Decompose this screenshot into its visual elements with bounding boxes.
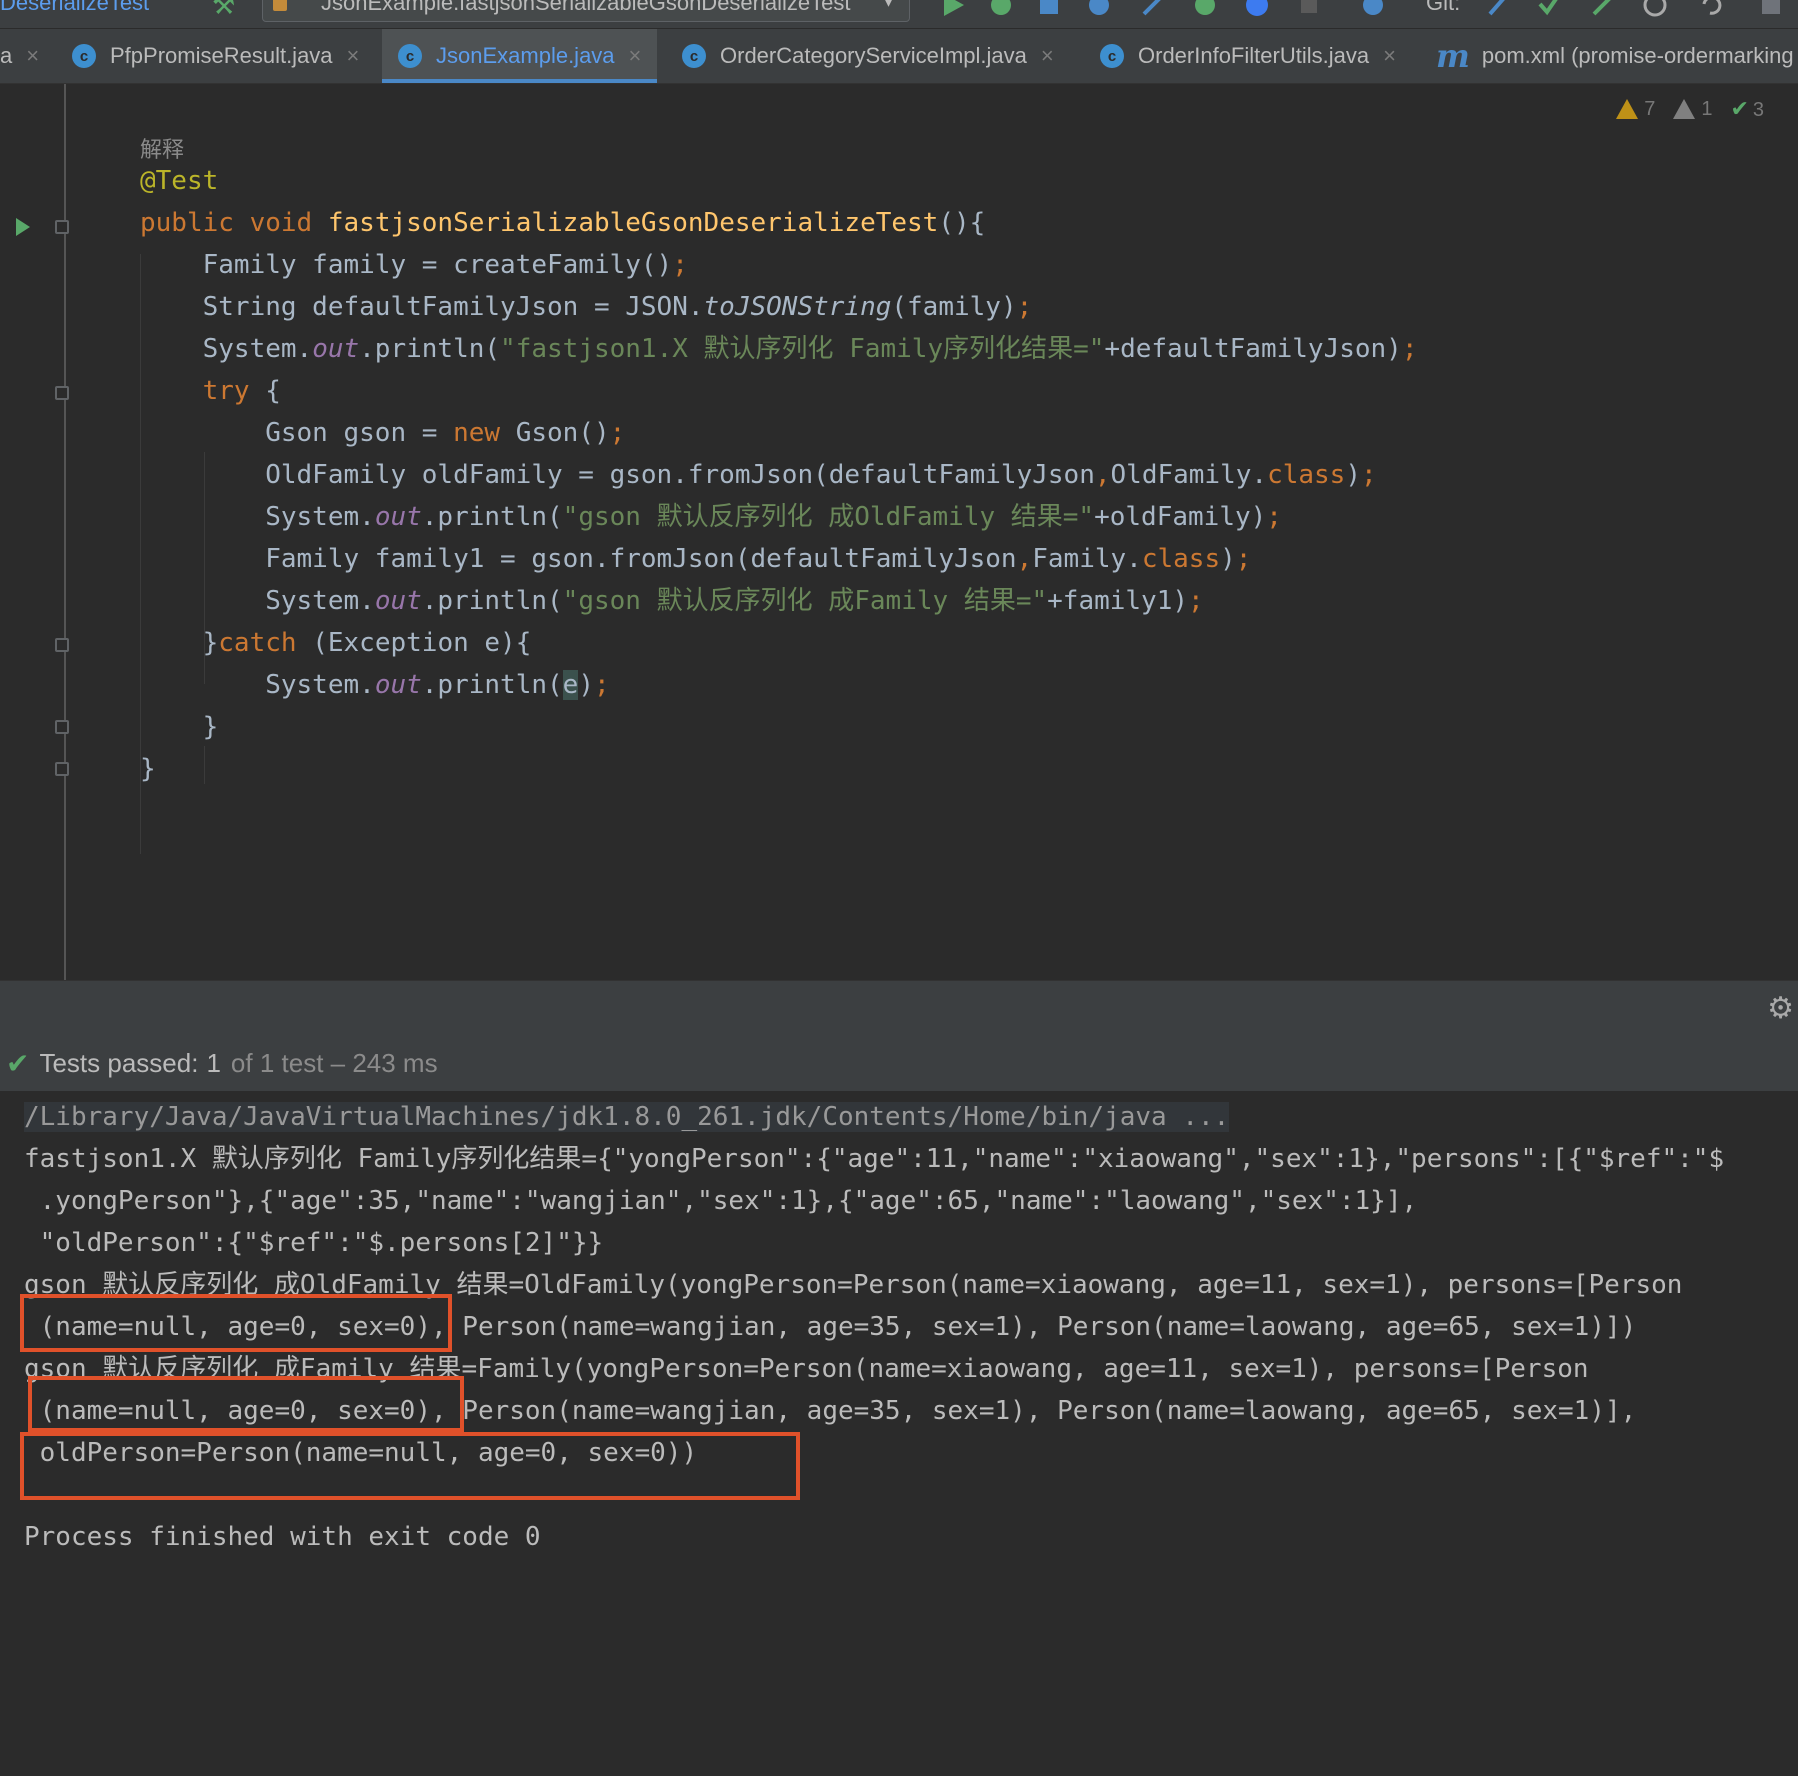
tab-order-info-filter-utils[interactable]: c OrderInfoFilterUtils.java × — [1100, 29, 1396, 83]
class-icon: c — [1100, 44, 1124, 68]
run-icon[interactable] — [940, 0, 966, 18]
code-line: Family family1 = gson.fromJson(defaultFa… — [140, 544, 1252, 574]
check-icon: ✔ — [1730, 96, 1749, 121]
tab-pom-xml[interactable]: m pom.xml (promise-ordermarking — [1436, 29, 1794, 83]
close-icon[interactable]: × — [629, 43, 642, 69]
inspection-widget[interactable]: 7 1 ✔ 3 — [1616, 96, 1764, 122]
fold-marker-icon[interactable] — [55, 762, 69, 776]
console-line: .yongPerson"},{"age":35,"name":"wangjian… — [24, 1186, 1418, 1216]
fold-marker-icon[interactable] — [55, 720, 69, 734]
tests-passed-label: Tests passed: — [39, 1047, 199, 1078]
console-output[interactable]: /Library/Java/JavaVirtualMachines/jdk1.8… — [0, 1092, 1798, 1776]
build-icon[interactable] — [1140, 0, 1166, 18]
chevron-down-icon: ▾ — [883, 0, 893, 11]
gutter-divider — [64, 84, 66, 980]
tab-label: PfpPromiseResult.java — [110, 43, 333, 68]
run-configuration-selector[interactable]: JsonExample.fastjsonSerializableGsonDese… — [262, 0, 910, 22]
tab-label: pom.xml (promise-ordermarking — [1481, 43, 1794, 68]
typos-count[interactable]: ✔ 3 — [1730, 96, 1764, 122]
debug-icon[interactable] — [988, 0, 1014, 18]
run-configuration-label: JsonExample.fastjsonSerializableGsonDese… — [321, 0, 851, 15]
console-exit-line: Process finished with exit code 0 — [24, 1522, 541, 1552]
fold-marker-icon[interactable] — [55, 386, 69, 400]
git-update-icon[interactable] — [1484, 0, 1510, 18]
fold-marker-icon[interactable] — [55, 220, 69, 234]
code-line: try { — [202, 376, 281, 406]
tab-label: a — [0, 43, 13, 68]
warning-icon — [1616, 99, 1639, 120]
code-line: OldFamily oldFamily = gson.fromJson(defa… — [140, 460, 1377, 490]
weak-warning-icon — [1673, 99, 1696, 120]
code-line: @Test — [140, 166, 219, 196]
profile-icon[interactable] — [1086, 0, 1112, 18]
code-line: System.out.println(e); — [140, 670, 610, 700]
code-line: System.out.println("gson 默认反序列化 成OldFami… — [140, 502, 1282, 532]
code-line: System.out.println("fastjson1.X 默认序列化 Fa… — [140, 334, 1418, 364]
jrebel-icon[interactable] — [1244, 0, 1270, 18]
close-icon[interactable]: × — [1383, 43, 1396, 69]
tests-passed-count: 1 — [206, 1047, 221, 1078]
code-line: String defaultFamilyJson = JSON.toJSONSt… — [140, 292, 1033, 322]
console-line: fastjson1.X 默认序列化 Family序列化结果={"yongPers… — [24, 1144, 1725, 1174]
test-passed-check-icon: ✔ — [6, 1047, 30, 1079]
code-line: System.out.println("gson 默认反序列化 成Family … — [140, 586, 1204, 616]
close-icon[interactable]: × — [1041, 43, 1054, 69]
run-panel-header: ⚙ — [0, 980, 1798, 1036]
code-line: Gson gson = new Gson(); — [140, 418, 626, 448]
tab-label: OrderCategoryServiceImpl.java — [720, 43, 1027, 68]
tab-truncated[interactable]: a × — [0, 29, 39, 83]
history-icon[interactable] — [1642, 0, 1668, 18]
search-everywhere-icon[interactable] — [1360, 0, 1386, 18]
editor-tabs: a × c PfpPromiseResult.java × c JsonExam… — [0, 29, 1798, 84]
weak-warnings-count[interactable]: 1 — [1673, 98, 1712, 121]
run-test-gutter-icon[interactable] — [16, 218, 30, 236]
breadcrumb[interactable]: DeserializeTest — [0, 0, 149, 16]
project-structure-icon[interactable] — [1758, 0, 1784, 18]
tab-label: JsonExample.java — [436, 43, 615, 68]
code-line: }catch (Exception e){ — [140, 628, 532, 658]
tests-summary: of 1 test – 243 ms — [230, 1047, 438, 1078]
code-line: Family family = createFamily(); — [140, 250, 688, 280]
class-icon: c — [398, 44, 422, 68]
gear-icon[interactable]: ⚙ — [1767, 991, 1794, 1026]
junit-config-icon — [273, 0, 287, 11]
code-editor[interactable]: 7 1 ✔ 3 解释 @Test public void fastjsonSeri… — [0, 84, 1798, 980]
code-line: } — [140, 754, 156, 784]
stop-icon[interactable] — [1296, 0, 1322, 18]
coverage-icon[interactable] — [1036, 0, 1062, 18]
console-line: "oldPerson":{"$ref":"$.persons[2]"}} — [24, 1228, 604, 1258]
tab-label: OrderInfoFilterUtils.java — [1138, 43, 1370, 68]
highlight-box — [28, 1376, 464, 1432]
tab-pfp-promise-result[interactable]: c PfpPromiseResult.java × — [72, 29, 359, 83]
highlight-box — [20, 1432, 800, 1500]
indent-guide — [204, 746, 205, 784]
code-line: public void fastjsonSerializableGsonDese… — [140, 208, 986, 238]
git-push-icon[interactable] — [1590, 0, 1616, 18]
class-icon: c — [682, 44, 706, 68]
fold-marker-icon[interactable] — [55, 638, 69, 652]
attach-icon[interactable] — [1192, 0, 1218, 18]
class-icon: c — [72, 44, 96, 68]
rollback-icon[interactable] — [1698, 0, 1724, 18]
inlay-hint[interactable]: 解释 — [140, 132, 184, 164]
git-label: Git: — [1426, 0, 1461, 15]
test-status-bar: ✔ Tests passed: 1 of 1 test – 243 ms — [0, 1035, 1798, 1091]
code-line: } — [140, 712, 219, 742]
tab-order-category-service-impl[interactable]: c OrderCategoryServiceImpl.java × — [682, 29, 1054, 83]
warnings-count[interactable]: 7 — [1616, 98, 1655, 121]
close-icon[interactable]: × — [347, 43, 360, 69]
close-icon[interactable]: × — [26, 43, 39, 69]
main-toolbar: DeserializeTest ⚒ JsonExample.fastjsonSe… — [0, 0, 1798, 29]
tab-json-example[interactable]: c JsonExample.java × — [382, 29, 658, 83]
build-hammer-icon[interactable]: ⚒ — [212, 0, 235, 21]
highlight-box — [20, 1294, 452, 1352]
git-commit-icon[interactable] — [1536, 0, 1562, 18]
console-command-line[interactable]: /Library/Java/JavaVirtualMachines/jdk1.8… — [24, 1096, 1230, 1138]
maven-icon: m — [1436, 37, 1470, 75]
